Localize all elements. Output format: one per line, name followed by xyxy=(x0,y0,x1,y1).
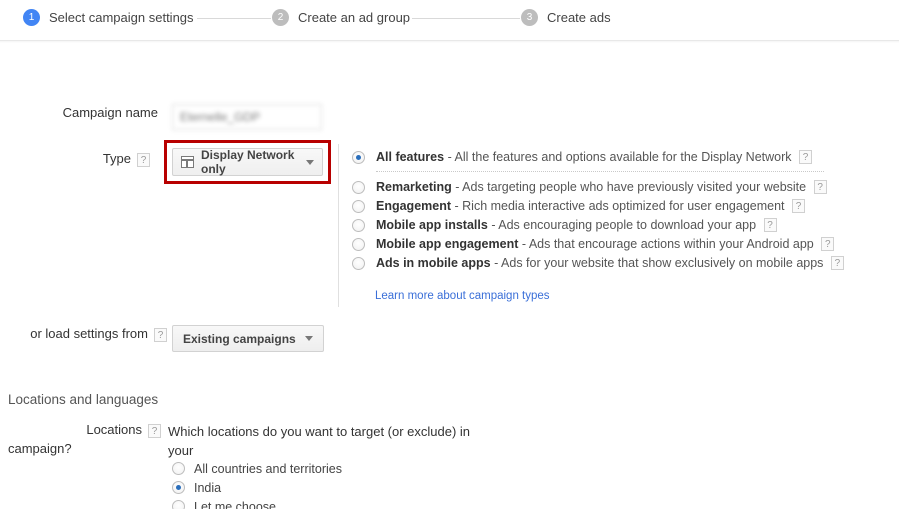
type-label: Type xyxy=(102,151,131,166)
load-settings-help-wrapper: ? xyxy=(150,326,167,344)
help-icon-engagement[interactable]: ? xyxy=(792,199,806,213)
radio-mobile-app-engagement[interactable] xyxy=(352,238,365,251)
type-option-title: Ads in mobile apps xyxy=(376,256,491,270)
help-icon-locations[interactable]: ? xyxy=(148,424,161,438)
type-option-description: - Ads targeting people who have previous… xyxy=(455,180,807,194)
step-connector-2 xyxy=(412,18,520,19)
chevron-down-icon xyxy=(304,336,313,341)
type-option-mobile-app-installs[interactable]: Mobile app installs - Ads encouraging pe… xyxy=(352,217,852,234)
radio-all-features[interactable] xyxy=(352,151,365,164)
type-option-text: Ads in mobile apps - Ads for your websit… xyxy=(376,255,844,272)
type-help-wrapper: ? xyxy=(133,151,150,169)
type-option-title: Mobile app engagement xyxy=(376,237,519,251)
step-number-2: 2 xyxy=(272,9,289,26)
chevron-down-icon xyxy=(306,159,314,165)
help-icon-remarketing[interactable]: ? xyxy=(813,180,827,194)
locations-label: Locations xyxy=(86,422,142,437)
type-option-description: - Ads that encourage actions within your… xyxy=(521,237,814,251)
help-icon-load-settings[interactable]: ? xyxy=(154,328,167,342)
step-indicator-3[interactable]: 3 Create ads xyxy=(521,9,611,26)
type-option-text: All features - All the features and opti… xyxy=(376,149,812,166)
section-divider xyxy=(0,413,899,414)
type-option-mobile-app-engagement[interactable]: Mobile app engagement - Ads that encoura… xyxy=(352,236,852,253)
radio-all-countries[interactable] xyxy=(172,462,185,475)
step-indicator-1[interactable]: 1 Select campaign settings xyxy=(23,9,194,26)
type-option-text: Mobile app installs - Ads encouraging pe… xyxy=(376,217,777,234)
radio-let-me-choose[interactable] xyxy=(172,500,185,509)
location-option-label: All countries and territories xyxy=(194,461,342,476)
type-option-title: All features xyxy=(376,150,445,164)
location-option-let-me-choose[interactable]: Let me choose... xyxy=(172,497,342,509)
radio-ads-in-mobile-apps[interactable] xyxy=(352,257,365,270)
campaign-type-dropdown[interactable]: Display Network only xyxy=(172,148,323,176)
type-option-title: Mobile app installs xyxy=(376,218,488,232)
vertical-divider xyxy=(338,144,339,307)
location-option-label: Let me choose... xyxy=(194,499,287,509)
type-option-engagement[interactable]: Engagement - Rich media interactive ads … xyxy=(352,198,852,215)
step-indicator-2[interactable]: 2 Create an ad group xyxy=(272,9,410,26)
help-icon-ads-in-mobile-apps[interactable]: ? xyxy=(830,256,844,270)
option-separator xyxy=(376,171,824,172)
locations-help-wrapper: ? xyxy=(144,422,161,440)
type-option-description: - All the features and options available… xyxy=(447,150,792,164)
type-option-text: Engagement - Rich media interactive ads … xyxy=(376,198,806,215)
type-option-title: Engagement xyxy=(376,199,452,213)
radio-mobile-app-installs[interactable] xyxy=(352,219,365,232)
type-option-ads-in-mobile-apps[interactable]: Ads in mobile apps - Ads for your websit… xyxy=(352,255,852,272)
type-option-title: Remarketing xyxy=(376,180,452,194)
display-network-icon xyxy=(181,156,194,168)
location-option-all-countries[interactable]: All countries and territories xyxy=(172,459,342,478)
locations-options: All countries and territories India Let … xyxy=(172,459,342,509)
radio-engagement[interactable] xyxy=(352,200,365,213)
help-icon-type[interactable]: ? xyxy=(137,153,150,167)
type-option-remarketing[interactable]: Remarketing - Ads targeting people who h… xyxy=(352,179,852,196)
step-number-3: 3 xyxy=(521,9,538,26)
location-option-label: India xyxy=(194,480,222,495)
campaign-type-options: All features - All the features and opti… xyxy=(352,149,852,274)
help-icon-all-features[interactable]: ? xyxy=(799,150,812,164)
step-number-1: 1 xyxy=(23,9,40,26)
type-option-text: Mobile app engagement - Ads that encoura… xyxy=(376,236,835,253)
locations-section-title: Locations and languages xyxy=(8,392,159,407)
radio-india[interactable] xyxy=(172,481,185,494)
existing-campaigns-dropdown[interactable]: Existing campaigns xyxy=(172,325,324,352)
campaign-name-label: Campaign name xyxy=(62,105,158,120)
type-option-all-features[interactable]: All features - All the features and opti… xyxy=(352,149,852,166)
type-option-description: - Ads for your website that show exclusi… xyxy=(494,256,824,270)
type-option-description: - Ads encouraging people to download you… xyxy=(491,218,757,232)
location-option-india[interactable]: India xyxy=(172,478,342,497)
step-label-3: Create ads xyxy=(547,10,611,25)
type-option-description: - Rich media interactive ads optimized f… xyxy=(454,199,785,213)
step-label-1: Select campaign settings xyxy=(49,10,194,25)
load-settings-label: or load settings from xyxy=(30,326,148,341)
help-icon-mobile-app-engagement[interactable]: ? xyxy=(821,237,835,251)
step-connector-1 xyxy=(197,18,271,19)
type-option-text: Remarketing - Ads targeting people who h… xyxy=(376,179,827,196)
existing-campaigns-value: Existing campaigns xyxy=(183,331,296,346)
campaign-type-value: Display Network only xyxy=(201,148,295,176)
locations-question-line1: Which locations do you want to target (o… xyxy=(168,424,471,458)
step-label-2: Create an ad group xyxy=(298,10,411,25)
help-icon-mobile-app-installs[interactable]: ? xyxy=(763,218,777,232)
radio-remarketing[interactable] xyxy=(352,181,365,194)
locations-question-line2: campaign? xyxy=(8,441,72,456)
learn-more-campaign-types-link[interactable]: Learn more about campaign types xyxy=(375,290,550,302)
step-header: 1 Select campaign settings 2 Create an a… xyxy=(0,0,899,43)
campaign-name-input[interactable] xyxy=(172,104,322,130)
